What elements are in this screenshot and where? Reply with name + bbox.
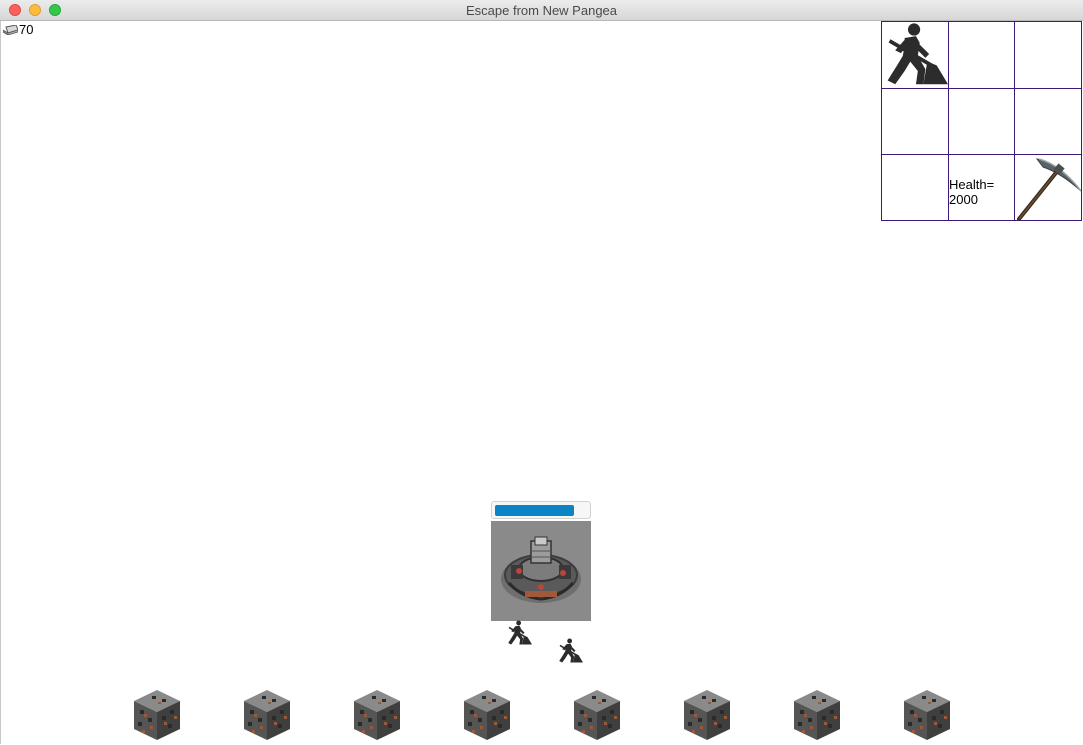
command-slot[interactable] [949, 22, 1015, 89]
window-title: Escape from New Pangea [465, 3, 618, 18]
worker-unit[interactable] [506, 620, 532, 651]
worker-unit[interactable] [557, 638, 583, 669]
base-health-bar [491, 501, 591, 519]
resource-counter: 70 [3, 23, 33, 37]
window-title-bar: Escape from New Pangea [0, 0, 1083, 21]
health-cell: Health= 2000 [949, 155, 1015, 221]
command-slot[interactable] [949, 89, 1015, 155]
command-center-sprite [501, 536, 581, 603]
command-slot[interactable] [882, 155, 949, 221]
ore-block[interactable] [244, 690, 290, 740]
ore-block-icon [464, 690, 510, 740]
worker-shovel-icon [506, 620, 532, 646]
command-slot[interactable] [1015, 22, 1082, 89]
ore-block[interactable] [794, 690, 840, 740]
command-center[interactable] [491, 521, 591, 621]
ore-block-icon [354, 690, 400, 740]
ore-block[interactable] [354, 690, 400, 740]
ore-block[interactable] [574, 690, 620, 740]
ore-block-icon [684, 690, 730, 740]
ore-block-icon [574, 690, 620, 740]
command-slot-worker[interactable] [882, 22, 949, 89]
resource-count: 70 [19, 22, 34, 37]
ore-block-icon [244, 690, 290, 740]
command-panel: Health= 2000 [881, 21, 1082, 221]
game-canvas[interactable]: 70 Health= 2000 [0, 21, 1083, 744]
worker-shovel-icon [557, 638, 583, 664]
ore-block-icon [904, 690, 950, 740]
ore-block[interactable] [904, 690, 950, 740]
ore-block[interactable] [684, 690, 730, 740]
command-slot-mine[interactable] [1015, 155, 1082, 221]
ore-block[interactable] [134, 690, 180, 740]
worker-shovel-icon [882, 22, 948, 88]
health-readout: Health= 2000 [949, 177, 994, 207]
ore-block-icon [134, 690, 180, 740]
ore-block[interactable] [464, 690, 510, 740]
pickaxe-icon [1017, 158, 1081, 221]
health-value: 2000 [949, 192, 978, 207]
command-slot[interactable] [882, 89, 949, 155]
metal-ingot-icon [3, 25, 18, 35]
health-label: Health= [949, 177, 995, 192]
command-slot[interactable] [1015, 89, 1082, 155]
ore-block-icon [794, 690, 840, 740]
base-health-fill [495, 505, 574, 516]
